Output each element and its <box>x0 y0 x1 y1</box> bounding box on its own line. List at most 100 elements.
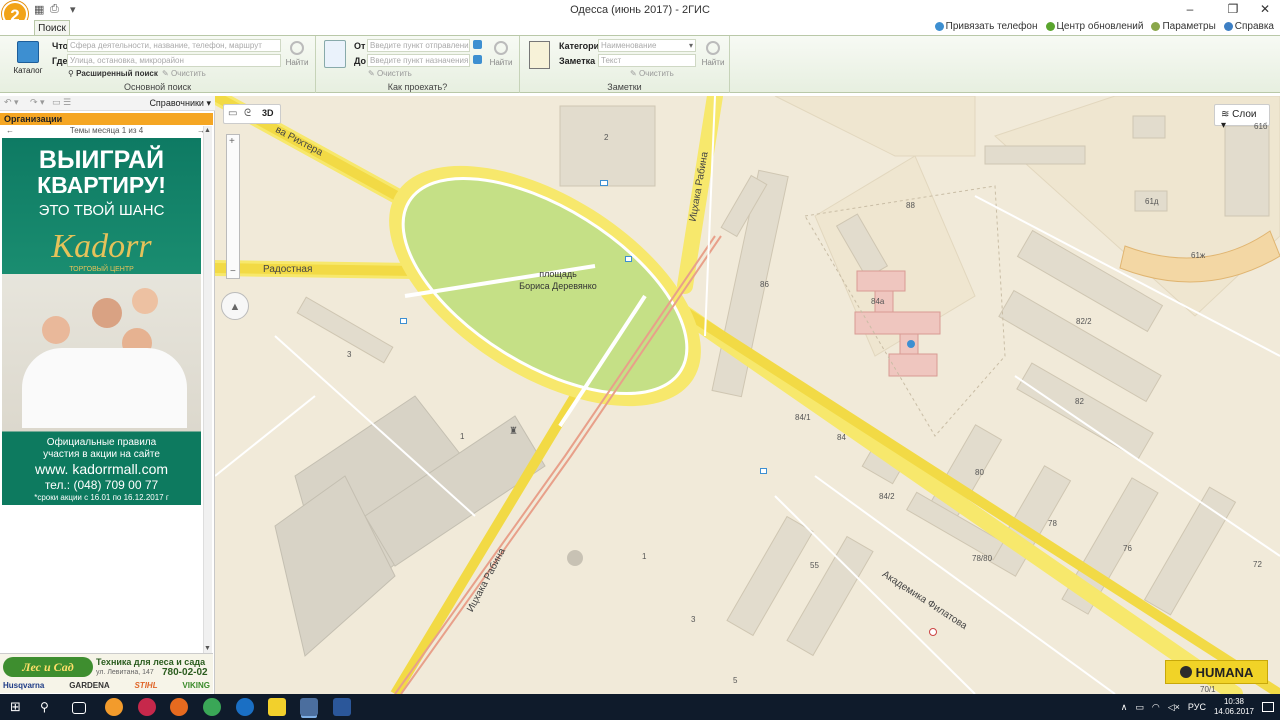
back-icon[interactable]: ↶ ▾ <box>4 97 19 108</box>
zoom-out-icon[interactable]: − <box>230 266 236 277</box>
3d-button[interactable]: 3D <box>262 108 274 118</box>
advanced-search-link[interactable]: ⚲ Расширенный поиск <box>68 69 158 78</box>
building-label[interactable]: 2 <box>604 133 608 142</box>
wifi-icon[interactable]: ◠ <box>1152 702 1160 713</box>
clear-main-button[interactable]: ✎ Очистить <box>162 69 206 78</box>
stop-icon[interactable] <box>760 468 767 474</box>
building-label[interactable]: 84/2 <box>879 492 895 501</box>
building-label[interactable]: 72 <box>1253 560 1262 569</box>
ruler-icon[interactable]: ▭ <box>228 108 237 119</box>
building-label[interactable]: 55 <box>810 561 819 570</box>
minimize-button[interactable]: – <box>1175 2 1205 16</box>
maximize-button[interactable]: ❐ <box>1218 2 1248 16</box>
building-label[interactable]: 80 <box>975 468 984 477</box>
link-updates[interactable]: Центр обновлений <box>1045 21 1143 32</box>
find-main-button[interactable]: Найти <box>284 41 310 67</box>
building-label[interactable]: 3 <box>347 350 351 359</box>
note-input[interactable]: Текст <box>598 54 696 67</box>
stop-icon[interactable] <box>400 318 407 324</box>
chrome-icon[interactable] <box>203 698 221 716</box>
clear-route-button[interactable]: ✎ Очистить <box>368 69 412 78</box>
building-label[interactable]: 1 <box>642 552 646 561</box>
building-label[interactable]: 61ж <box>1191 251 1205 260</box>
building-label[interactable]: 88 <box>906 201 915 210</box>
pharmacy-icon[interactable] <box>929 628 937 636</box>
group-title-notes: Заметки <box>607 82 642 92</box>
compass-icon[interactable]: ▲ <box>221 292 249 320</box>
link-help[interactable]: Справка <box>1223 21 1274 32</box>
building-label[interactable]: 82/2 <box>1076 317 1092 326</box>
building-label[interactable]: 1 <box>460 432 464 441</box>
app-icon-5[interactable] <box>236 698 254 716</box>
building-label[interactable]: 78/80 <box>972 554 992 563</box>
start-icon[interactable]: ⊞ <box>10 698 28 716</box>
notifications-icon[interactable] <box>1262 702 1274 712</box>
clock[interactable]: 10:38 14.06.2017 <box>1214 697 1254 717</box>
volume-icon[interactable]: ◁× <box>1168 702 1180 713</box>
catalog-button[interactable]: Каталог <box>10 38 46 78</box>
layers-icon: ≋ <box>1221 109 1230 120</box>
building-label[interactable]: 70/1 <box>1200 685 1216 694</box>
zoom-in-icon[interactable]: + <box>229 136 235 147</box>
left-panel-scrollbar[interactable]: ▲ ▼ <box>203 126 212 653</box>
link-settings[interactable]: Параметры <box>1151 21 1216 32</box>
building-label[interactable]: 84 <box>837 433 846 442</box>
close-button[interactable]: ✕ <box>1250 2 1280 16</box>
school-icon[interactable] <box>907 340 915 348</box>
forward-icon[interactable]: ↷ ▾ <box>30 97 45 108</box>
network-icon[interactable]: ▭ <box>1135 702 1144 713</box>
stop-icon[interactable] <box>600 180 608 186</box>
to-pin-icon[interactable] <box>473 55 482 64</box>
square-label[interactable]: площадь Бориса Деревянко <box>463 268 653 292</box>
2gis-taskbar-icon[interactable] <box>300 698 318 716</box>
list-icon[interactable]: ▭ ☰ <box>52 97 71 108</box>
organizations-header[interactable]: Организации <box>0 113 213 125</box>
building-label[interactable]: 5 <box>733 676 737 685</box>
building-label[interactable]: 84/1 <box>795 413 811 422</box>
tab-search[interactable]: Поиск <box>34 20 70 36</box>
scroll-down-icon[interactable]: ▼ <box>204 645 211 652</box>
building-label[interactable]: 76 <box>1123 544 1132 553</box>
map-view[interactable]: ▭ ᘓ 3D + − ▲ ≋ Слои ▾ площадь Бориса Дер… <box>215 96 1280 694</box>
language-indicator[interactable]: РУС <box>1188 702 1206 712</box>
app-icon-6[interactable] <box>268 698 286 716</box>
clear-notes-button[interactable]: ✎ Очистить <box>630 69 674 78</box>
find-notes-button[interactable]: Найти <box>700 41 726 67</box>
where-input[interactable]: Улица, остановка, микрорайон <box>67 54 281 67</box>
search-icon[interactable]: ⚲ <box>40 698 58 716</box>
firefox-icon[interactable] <box>170 698 188 716</box>
building-label[interactable]: 78 <box>1048 519 1057 528</box>
task-view-icon[interactable] <box>72 702 86 714</box>
monument-icon[interactable]: ♜ <box>509 426 518 437</box>
app-icon-2[interactable] <box>138 698 156 716</box>
from-input[interactable]: Введите пункт отправления <box>367 39 470 52</box>
note-label: Заметка <box>559 56 596 66</box>
kadorr-ad-banner[interactable]: ВЫИГРАЙ КВАРТИРУ! ЭТО ТВОЙ ШАНС Kadorr Т… <box>2 138 201 505</box>
stop-icon[interactable] <box>625 256 632 262</box>
app-icon-1[interactable] <box>105 698 123 716</box>
scroll-up-icon[interactable]: ▲ <box>204 127 211 134</box>
building-label[interactable]: 86 <box>760 280 769 289</box>
from-pin-icon[interactable] <box>473 40 482 49</box>
prev-theme-icon[interactable]: ← <box>6 126 14 135</box>
building-label[interactable]: 84а <box>871 297 884 306</box>
measure-icon[interactable]: ᘓ <box>244 108 251 119</box>
directories-dropdown[interactable]: Справочники ▾ <box>149 98 211 109</box>
street-radostnaya[interactable]: Радостная <box>263 264 312 275</box>
zoom-slider[interactable]: + − <box>226 134 240 279</box>
what-input[interactable]: Сфера деятельности, название, телефон, м… <box>67 39 281 52</box>
building-label[interactable]: 61д <box>1145 197 1159 206</box>
tray-chevron-icon[interactable]: ∧ <box>1121 702 1128 713</box>
building-label[interactable]: 82 <box>1075 397 1084 406</box>
word-icon[interactable] <box>333 698 351 716</box>
building-label[interactable]: 3 <box>691 615 695 624</box>
to-input[interactable]: Введите пункт назначения <box>367 54 470 67</box>
find-route-button[interactable]: Найти <box>488 41 514 67</box>
category-select[interactable]: Наименование ▾ <box>598 39 696 52</box>
ad-brand-sub: ТОРГОВЫЙ ЦЕНТР <box>69 266 134 273</box>
les-i-sad-ad[interactable]: Лес и Сад Техника для леса и сада ул. Ле… <box>0 653 213 693</box>
catalog-icon <box>17 41 39 63</box>
humana-ad[interactable]: HUMANA <box>1165 660 1268 684</box>
link-phone[interactable]: Привязать телефон <box>934 21 1038 32</box>
building-label[interactable]: 61б <box>1254 122 1267 131</box>
